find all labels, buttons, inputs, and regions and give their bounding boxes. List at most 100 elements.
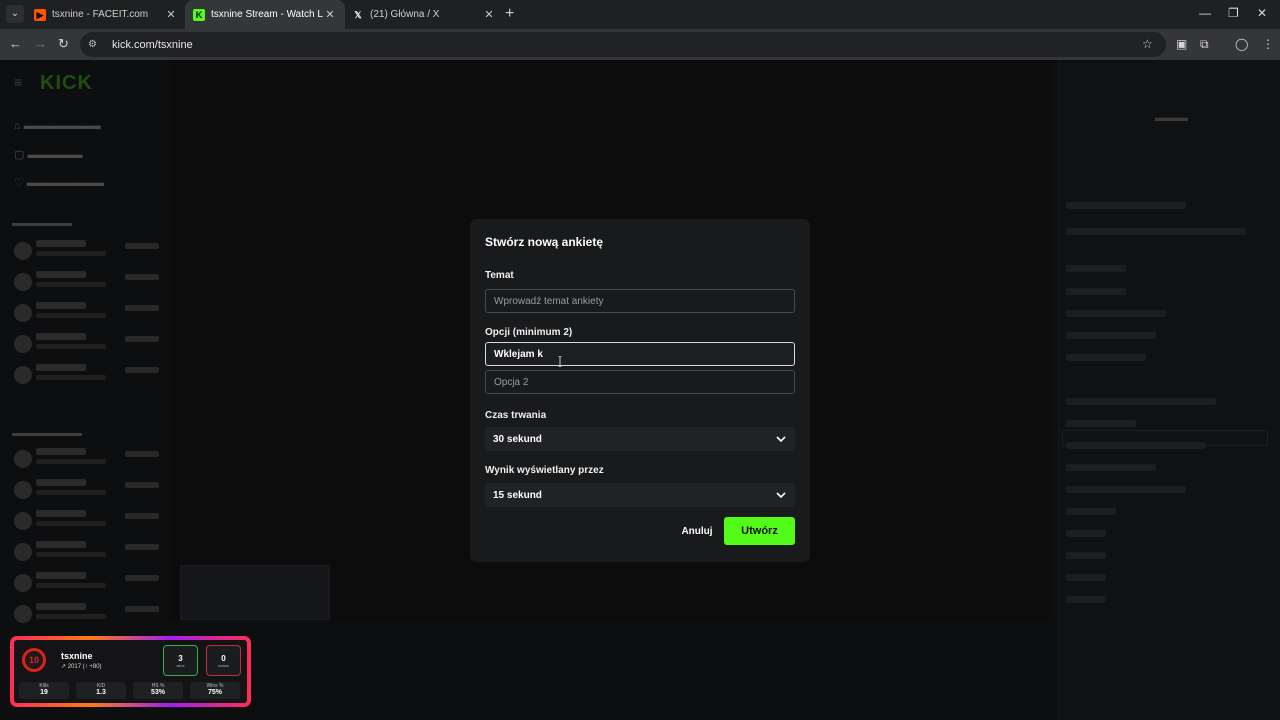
wins-count: 3 <box>178 654 183 663</box>
chat-title: ▬▬▬ <box>1155 112 1188 124</box>
bookmark-star-icon[interactable]: ☆ <box>1142 37 1153 51</box>
create-poll-modal: Stwórz nową ankietę Temat Opcji (minimum… <box>470 219 810 562</box>
sidebar-channel[interactable] <box>14 570 159 596</box>
cancel-button[interactable]: Anuluj <box>675 517 719 545</box>
chat-message <box>1066 464 1156 471</box>
url-text: kick.com/tsxnine <box>112 38 193 51</box>
text-cursor-icon <box>558 356 562 367</box>
close-tab-icon[interactable]: ✕ <box>323 8 337 21</box>
stat-winrate: Wins % 75% <box>190 682 240 699</box>
tab-title: (21) Główna / X <box>370 9 440 20</box>
chat-message <box>1066 552 1106 559</box>
sidebar-channel[interactable] <box>14 539 159 565</box>
stat-value: 75% <box>207 689 222 696</box>
stat-value: 1.3 <box>96 689 106 696</box>
kick-logo: KICK <box>40 72 93 94</box>
chat-message <box>1066 442 1206 449</box>
duration-select[interactable]: 30 sekund <box>485 427 795 451</box>
tab-strip: ⌄ ▶ tsxnine - FACEIT.com ✕ K tsxnine Str… <box>0 0 1280 29</box>
sidebar-nav-browse[interactable]: ▢ ▬▬▬▬▬ <box>14 148 82 161</box>
sidebar-channel[interactable] <box>14 269 159 295</box>
faceit-losses-box: 0 losses <box>206 645 241 676</box>
close-tab-icon[interactable]: ✕ <box>482 8 496 21</box>
close-window-icon[interactable]: ✕ <box>1257 6 1267 20</box>
x-favicon-icon: 𝕏 <box>354 9 362 20</box>
menu-icon[interactable]: ≡ <box>14 74 22 90</box>
browser-toolbar: ← → ↻ ⚙ kick.com/tsxnine ☆ ▣ ⧉ ◯ ⋮ <box>0 29 1280 60</box>
chat-message <box>1066 486 1186 493</box>
maximize-icon[interactable]: ❐ <box>1228 6 1239 20</box>
stat-hs: HS % 53% <box>133 682 183 699</box>
options-label: Opcji (minimum 2) <box>485 327 573 338</box>
minimize-icon[interactable]: — <box>1199 6 1211 20</box>
chat-message <box>1066 332 1156 339</box>
sidebar-channel[interactable] <box>14 477 159 503</box>
stat-kills: Kills 19 <box>19 682 69 699</box>
chat-message <box>1066 202 1186 209</box>
chat-message <box>1066 398 1216 405</box>
profile-icon[interactable]: ◯ <box>1235 37 1248 51</box>
tab-x[interactable]: 𝕏 (21) Główna / X ✕ <box>344 0 504 29</box>
sidebar-channel[interactable] <box>14 601 159 627</box>
tab-faceit[interactable]: ▶ tsxnine - FACEIT.com ✕ <box>26 0 186 29</box>
sidebar-nav-home[interactable]: ⌂ ▬▬▬▬▬▬▬ <box>14 120 101 132</box>
reload-icon[interactable]: ↻ <box>58 36 69 52</box>
sidebar-channel[interactable] <box>14 508 159 534</box>
tab-title: tsxnine Stream - Watch Live on Kick <box>211 9 323 20</box>
topic-label: Temat <box>485 270 514 281</box>
forward-icon[interactable]: → <box>34 36 47 51</box>
sidebar-nav-following[interactable]: ♡ ▬▬▬▬▬▬▬ <box>14 176 104 189</box>
sidebar-channel[interactable] <box>14 331 159 357</box>
stat-value: 19 <box>40 689 48 696</box>
create-button[interactable]: Utwórz <box>724 517 795 545</box>
tab-kick[interactable]: K tsxnine Stream - Watch Live on Kick ✕ <box>185 0 345 29</box>
site-info-icon[interactable]: ⚙ <box>88 39 100 51</box>
sidebar-channel[interactable] <box>14 238 159 264</box>
menu-kebab-icon[interactable]: ⋮ <box>1262 37 1274 51</box>
back-icon[interactable]: ← <box>9 36 22 51</box>
chat-message <box>1066 574 1106 581</box>
chat-panel <box>1058 60 1280 720</box>
chat-message <box>1066 265 1126 272</box>
chat-message <box>1066 228 1246 235</box>
chat-message <box>1066 596 1106 603</box>
chat-message <box>1066 310 1166 317</box>
sidebar-channel[interactable] <box>14 446 159 472</box>
stat-value: 53% <box>150 689 165 696</box>
chat-message <box>1066 508 1116 515</box>
stream-thumbnail <box>180 565 330 620</box>
chat-message <box>1066 288 1126 295</box>
sidebar-channel[interactable] <box>14 362 159 388</box>
chat-message <box>1066 530 1106 537</box>
losses-count: 0 <box>221 654 226 663</box>
wins-caption: wins <box>176 663 185 668</box>
sidebar-channel[interactable] <box>14 300 159 326</box>
duration-label: Czas trwania <box>485 410 547 421</box>
extension-icon[interactable]: ▣ <box>1176 37 1187 51</box>
faceit-wins-box: 3 wins <box>163 645 198 676</box>
duration-value: 30 sekund <box>493 433 542 445</box>
address-bar[interactable]: ⚙ kick.com/tsxnine <box>80 32 1166 57</box>
chat-message <box>1066 354 1146 361</box>
kick-favicon-icon: K <box>193 8 205 21</box>
sidebar-section-header: ▬▬▬▬▬▬▬ <box>12 428 82 439</box>
result-duration-select[interactable]: 15 sekund <box>485 483 795 507</box>
option-2-input[interactable] <box>485 370 795 394</box>
faceit-elo: ↗ 2017 (↑ +80) <box>61 664 102 670</box>
result-duration-value: 15 sekund <box>493 489 542 501</box>
result-label: Wynik wyświetlany przez <box>485 465 604 476</box>
tab-title: tsxnine - FACEIT.com <box>52 9 149 20</box>
extensions-puzzle-icon[interactable]: ⧉ <box>1200 37 1209 52</box>
option-1-input[interactable] <box>485 342 795 366</box>
faceit-favicon-icon: ▶ <box>34 8 46 21</box>
faceit-player-name: tsxnine <box>61 651 93 661</box>
stat-kd: K/D 1.3 <box>76 682 126 699</box>
modal-title: Stwórz nową ankietę <box>485 235 604 249</box>
chat-message <box>1066 420 1136 427</box>
chevron-down-icon <box>776 492 786 499</box>
close-tab-icon[interactable]: ✕ <box>164 8 178 21</box>
topic-input[interactable] <box>485 289 795 313</box>
new-tab-icon[interactable]: + <box>505 5 514 23</box>
sidebar-section-header: ▬▬▬▬▬▬ <box>12 218 72 229</box>
tab-search-chevron-icon[interactable]: ⌄ <box>6 5 24 23</box>
